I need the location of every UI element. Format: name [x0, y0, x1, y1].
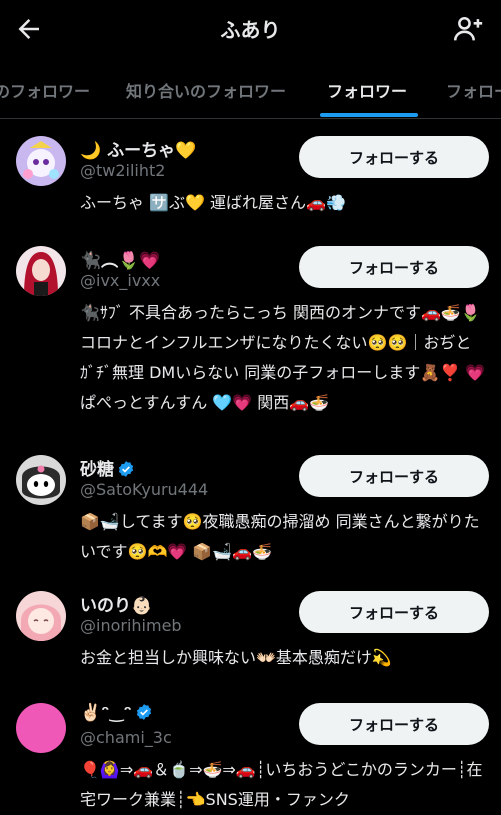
active-tab-indicator	[320, 113, 418, 117]
follow-button[interactable]: フォローする	[299, 591, 489, 633]
avatar[interactable]	[16, 246, 66, 296]
user-bio: 🐈‍⬛ｻﾌﾞ 不具合あったらこっち 関西のオンナです🚗🍜🌷 コロナとインフルエン…	[80, 303, 486, 412]
display-name[interactable]: 🌙 ふーちゃ💛	[80, 136, 196, 161]
username: @inorihimeb	[80, 616, 182, 635]
avatar-image	[16, 455, 66, 505]
follow-button[interactable]: フォローする	[299, 455, 489, 497]
avatar-image	[16, 136, 66, 186]
verified-badge-icon	[118, 461, 134, 477]
tab-known-followers[interactable]: 知り合いのフォロワー	[126, 78, 286, 102]
tab-followers[interactable]: フォロワー	[327, 78, 407, 102]
user-cell[interactable]: 🐈‍⬛︵🌷💗 @ivx_ivxx フォローする 🐈‍⬛ｻﾌﾞ 不具合あったらこっ…	[0, 246, 501, 426]
avatar[interactable]	[16, 703, 66, 753]
verified-badge-icon	[136, 704, 151, 720]
avatar[interactable]	[16, 136, 66, 186]
user-cell[interactable]: 砂糖 @SatoKyuru444 フォローする 📦🛁してます🥺夜職愚痴の掃溜め …	[0, 455, 501, 565]
top-bar: ふあり	[0, 0, 501, 58]
avatar-image	[16, 591, 66, 641]
username: @SatoKyuru444	[80, 480, 209, 499]
follow-button[interactable]: フォローする	[299, 136, 489, 178]
user-bio: ふーちゃ 🈂️ぶ💛 運ばれ屋さん🚗💨	[80, 193, 346, 212]
tab-bar: のフォロワー 知り合いのフォロワー フォロワー フォロー	[0, 58, 501, 119]
page-title: ふあり	[220, 18, 281, 42]
username: @tw2iliht2	[80, 161, 166, 180]
display-name[interactable]: いのり👶🏻	[80, 591, 152, 616]
avatar[interactable]	[16, 591, 66, 641]
follow-button[interactable]: フォローする	[299, 246, 489, 288]
avatar[interactable]	[16, 455, 66, 505]
user-bio: お金と担当しか興味ない👐🏻基本愚痴だけ💫	[80, 648, 392, 667]
avatar-image	[16, 246, 66, 296]
user-cell[interactable]: 🌙 ふーちゃ💛 @tw2iliht2 フォローする ふーちゃ 🈂️ぶ💛 運ばれ屋…	[0, 136, 501, 216]
add-user-icon[interactable]	[451, 12, 485, 46]
user-bio: 📦🛁してます🥺夜職愚痴の掃溜め 同業さんと繋がりたいです🥺🫶💗 📦🛁🚗🍜	[80, 512, 480, 561]
follow-button[interactable]: フォローする	[299, 703, 489, 745]
user-cell[interactable]: いのり👶🏻 @inorihimeb フォローする お金と担当しか興味ない👐🏻基本…	[0, 591, 501, 671]
username: @ivx_ivxx	[80, 271, 161, 290]
user-cell[interactable]: ✌🏻ᵔ‿ᵔ @chami_3c フォローする 🎈🙆‍♀️⇒🚗＆🍵⇒🍜⇒🚗┊いちお…	[0, 703, 501, 809]
tab-following-partial[interactable]: フォロー	[446, 78, 501, 102]
display-name[interactable]: 🐈‍⬛︵🌷💗	[80, 246, 161, 271]
display-name[interactable]: 砂糖	[80, 455, 135, 480]
tab-followers-you-know-partial[interactable]: のフォロワー	[0, 78, 90, 102]
display-name[interactable]: ✌🏻ᵔ‿ᵔ	[80, 703, 153, 723]
user-bio: 🎈🙆‍♀️⇒🚗＆🍵⇒🍜⇒🚗┊いちおうどこかのランカー┊在宅ワーク兼業┊👈SNS運…	[80, 760, 483, 809]
username: @chami_3c	[80, 728, 172, 747]
